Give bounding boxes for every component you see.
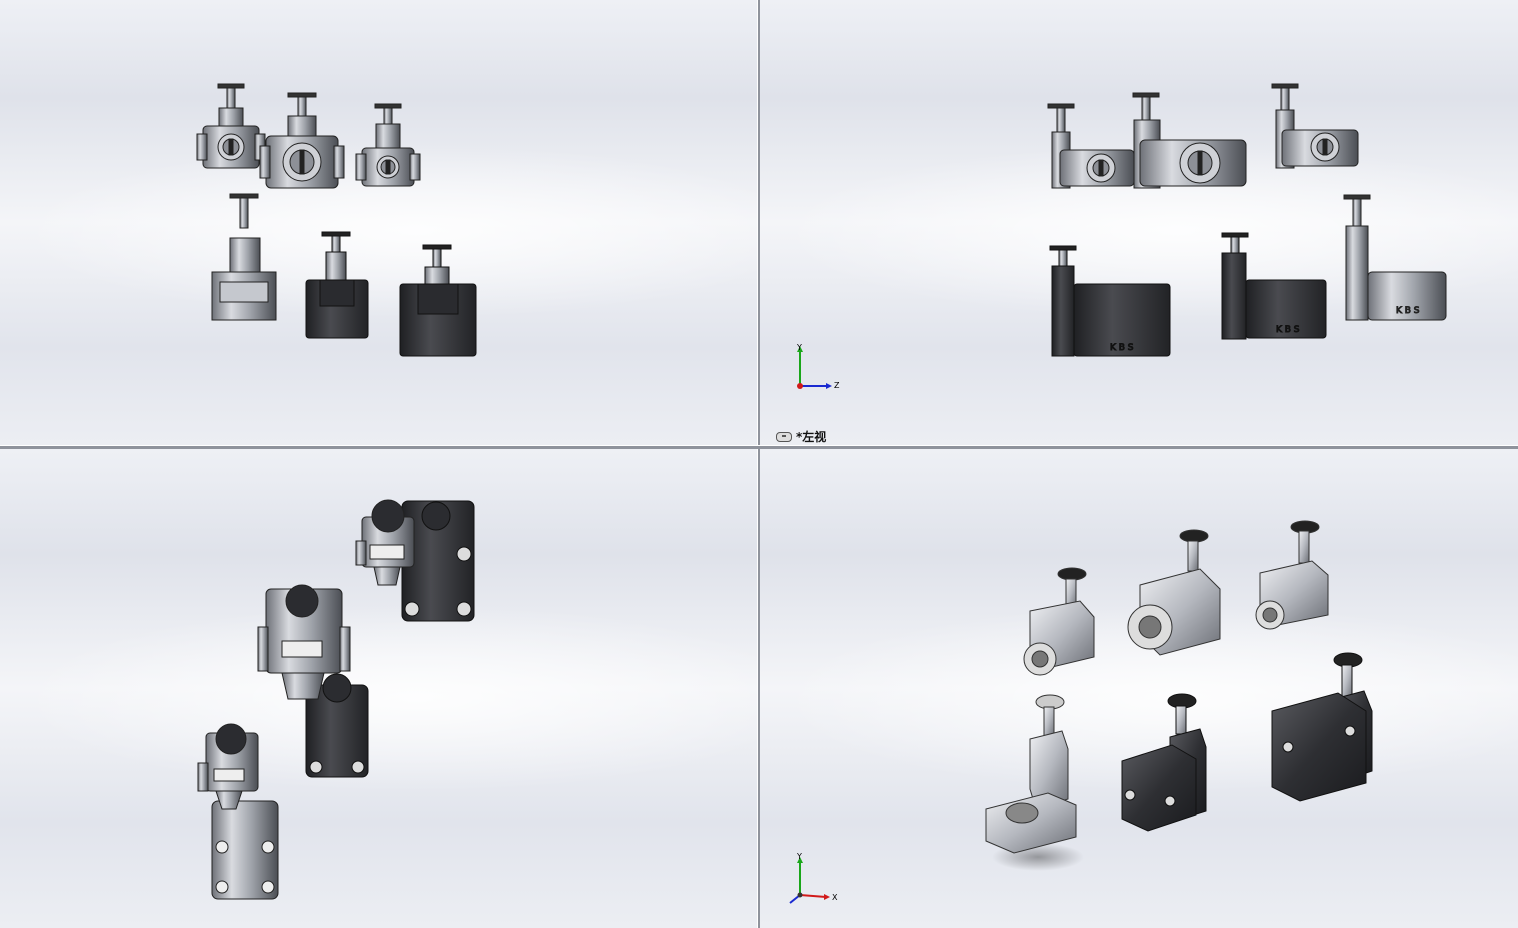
valve-part xyxy=(305,231,369,339)
valve-part xyxy=(1255,520,1329,630)
valve-part xyxy=(1132,92,1247,189)
viewport-top-right[interactable]: K B S K B S K B S Y Z *左视 xyxy=(760,0,1518,445)
viewport-bottom-right[interactable]: Y X xyxy=(760,449,1518,928)
viewport-splitter-vertical[interactable] xyxy=(757,0,760,928)
model-scene-isometric xyxy=(985,520,1373,871)
viewport-top-left[interactable] xyxy=(0,0,757,445)
valve-part xyxy=(259,92,345,189)
viewport-splitter-horizontal[interactable] xyxy=(0,445,1518,449)
valve-part: K B S xyxy=(1221,232,1327,340)
valve-part xyxy=(985,694,1077,854)
axis-triad: Y X xyxy=(789,852,838,904)
valve-part xyxy=(1271,83,1359,169)
axis-z-label: Z xyxy=(834,381,840,390)
valve-part xyxy=(196,83,266,169)
valve-part xyxy=(355,103,421,187)
viewport-bottom-left[interactable] xyxy=(0,449,757,928)
model-scene-front xyxy=(196,83,477,357)
valve-part xyxy=(1127,529,1221,656)
valve-part: K B S xyxy=(1049,245,1171,357)
valve-part xyxy=(211,800,279,900)
valve-part xyxy=(211,193,277,321)
view-orientation-label[interactable]: *左视 xyxy=(776,428,826,445)
axis-y-label: Y xyxy=(796,343,802,352)
axis-x-label: X xyxy=(832,893,838,902)
model-scene-left: K B S K B S K B S xyxy=(1047,83,1447,357)
axis-triad: Y Z xyxy=(796,343,840,390)
valve-part xyxy=(1047,103,1135,189)
valve-part xyxy=(1271,652,1373,802)
valve-part: K B S xyxy=(1343,194,1447,321)
view-name: *左视 xyxy=(796,430,827,444)
link-views-icon[interactable] xyxy=(776,431,792,442)
valve-part xyxy=(197,723,259,810)
valve-part xyxy=(1121,693,1207,832)
model-scene-top xyxy=(197,499,475,900)
valve-part xyxy=(399,244,477,357)
svg-text:K B S: K B S xyxy=(1276,325,1300,335)
svg-text:K B S: K B S xyxy=(1110,343,1134,353)
valve-part xyxy=(1023,567,1095,676)
axis-y-label: Y xyxy=(796,852,802,861)
svg-text:K B S: K B S xyxy=(1396,306,1420,316)
